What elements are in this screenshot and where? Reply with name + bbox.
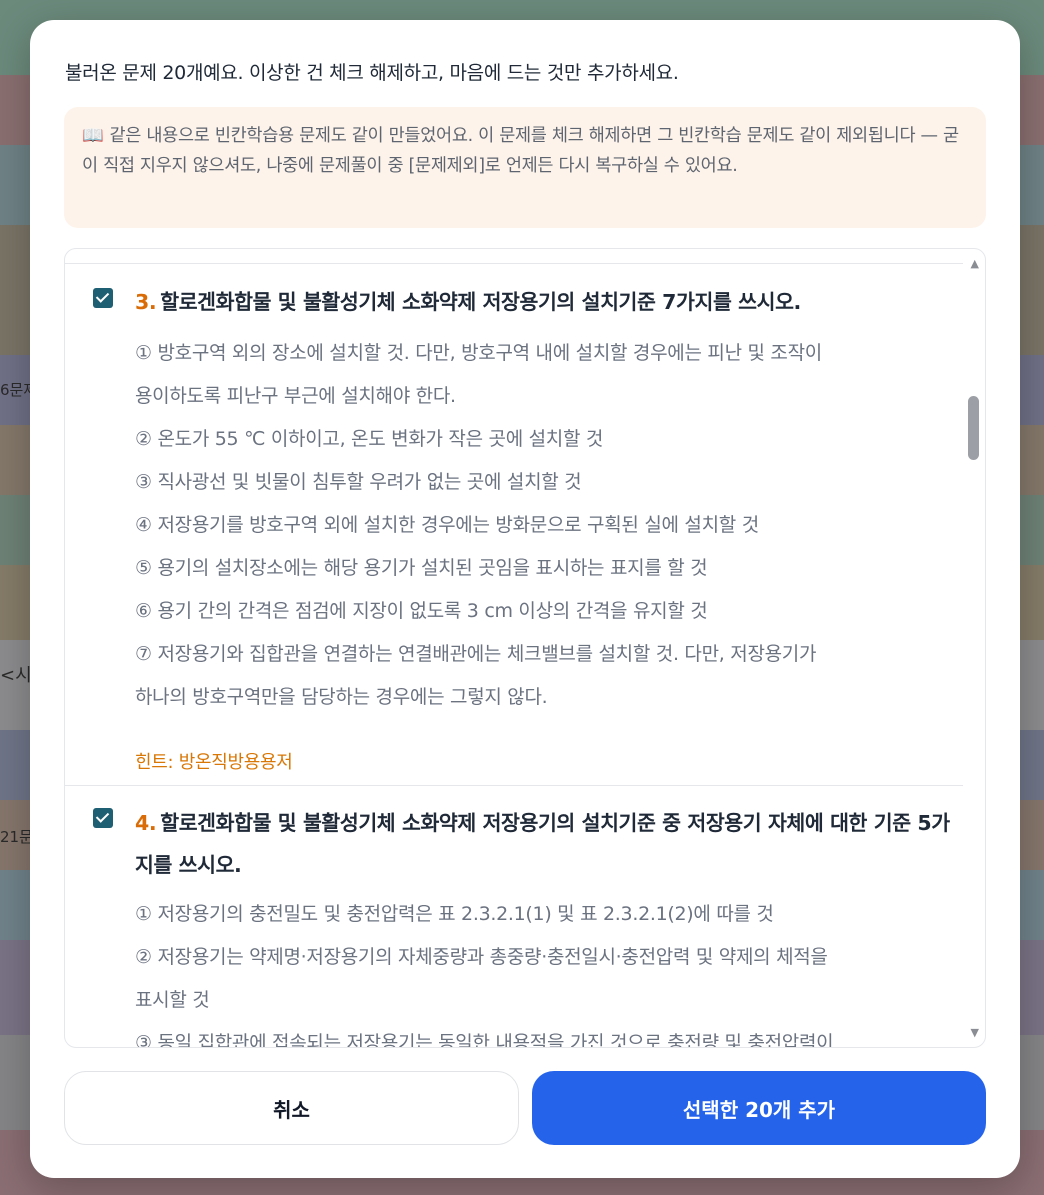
question-checkbox[interactable] <box>93 808 113 828</box>
bg-fragment: 21문 <box>0 828 33 846</box>
question-title: 3. 할로겐화합물 및 불활성기체 소화약제 저장용기의 설치기준 7가지를 쓰시… <box>135 290 801 314</box>
bg-fragment: <시 <box>0 665 32 686</box>
answer-line: ② 저장용기는 약제명·저장용기의 자체중량과 총중량·충전일시·충전압력 및 … <box>135 946 828 968</box>
question-answer: ① 저장용기의 충전밀도 및 충전압력은 표 2.3.2.1(1) 및 표 2.… <box>135 893 951 1047</box>
answer-line: 표시할 것 <box>135 989 210 1011</box>
question-hint: 힌트: 방온직방용용저 <box>135 752 293 773</box>
scroll-up-arrow-icon[interactable]: ▲ <box>971 257 979 270</box>
answer-line: ② 온도가 55 ℃ 이하이고, 온도 변화가 작은 곳에 설치할 것 <box>135 428 604 450</box>
scroll-down-arrow-icon[interactable]: ▼ <box>971 1026 979 1039</box>
question-number: 4. <box>135 811 157 835</box>
scrollbar-thumb[interactable] <box>968 396 979 460</box>
answer-line: ① 방호구역 외의 장소에 설치할 것. 다만, 방호구역 내에 설치할 경우에… <box>135 342 822 364</box>
answer-line: 하나의 방호구역만을 담당하는 경우에는 그렇지 않다. <box>135 686 548 708</box>
import-questions-dialog: 불러온 문제 20개예요. 이상한 건 체크 해제하고, 마음에 드는 것만 추… <box>30 20 1020 1178</box>
question-item: 3. 할로겐화합물 및 불활성기체 소화약제 저장용기의 설치기준 7가지를 쓰시… <box>65 263 963 785</box>
cancel-button[interactable]: 취소 <box>64 1071 519 1145</box>
answer-line: ⑤ 용기의 설치장소에는 해당 용기가 설치된 곳임을 표시하는 표지를 할 것 <box>135 557 708 579</box>
answer-line: 용이하도록 피난구 부근에 설치해야 한다. <box>135 385 456 407</box>
dialog-intro: 불러온 문제 20개예요. 이상한 건 체크 해제하고, 마음에 드는 것만 추… <box>65 62 679 84</box>
answer-line: ③ 직사광선 및 빗물이 침투할 우려가 없는 곳에 설치할 것 <box>135 471 582 493</box>
answer-line: ① 저장용기의 충전밀도 및 충전압력은 표 2.3.2.1(1) 및 표 2.… <box>135 903 774 925</box>
answer-line: ⑥ 용기 간의 간격은 점검에 지장이 없도록 3 cm 이상의 간격을 유지할… <box>135 600 708 622</box>
answer-line: ③ 동일 집합관에 접속되는 저장용기는 동일한 내용적을 가진 것으로 충전량… <box>135 1032 834 1047</box>
book-icon: 📖 <box>82 126 104 146</box>
question-item: 4. 할로겐화합물 및 불활성기체 소화약제 저장용기의 설치기준 중 저장용기 … <box>65 785 963 1047</box>
question-title: 4. 할로겐화합물 및 불활성기체 소화약제 저장용기의 설치기준 중 저장용기 … <box>135 811 950 877</box>
blank-study-notice: 📖 같은 내용으로 빈칸학습용 문제도 같이 만들었어요. 이 문제를 체크 해제… <box>64 107 986 228</box>
notice-text: 같은 내용으로 빈칸학습용 문제도 같이 만들었어요. 이 문제를 체크 해제하… <box>82 126 959 176</box>
question-checkbox[interactable] <box>93 288 113 308</box>
question-list[interactable]: 3. 할로겐화합물 및 불활성기체 소화약제 저장용기의 설치기준 7가지를 쓰시… <box>64 248 986 1048</box>
question-number: 3. <box>135 290 157 314</box>
question-answer: ① 방호구역 외의 장소에 설치할 것. 다만, 방호구역 내에 설치할 경우에… <box>135 332 951 719</box>
add-selected-button[interactable]: 선택한 20개 추가 <box>532 1071 986 1145</box>
answer-line: ④ 저장용기를 방호구역 외에 설치한 경우에는 방화문으로 구획된 실에 설치… <box>135 514 759 536</box>
answer-line: ⑦ 저장용기와 집합관을 연결하는 연결배관에는 체크밸브를 설치할 것. 다만… <box>135 643 817 665</box>
